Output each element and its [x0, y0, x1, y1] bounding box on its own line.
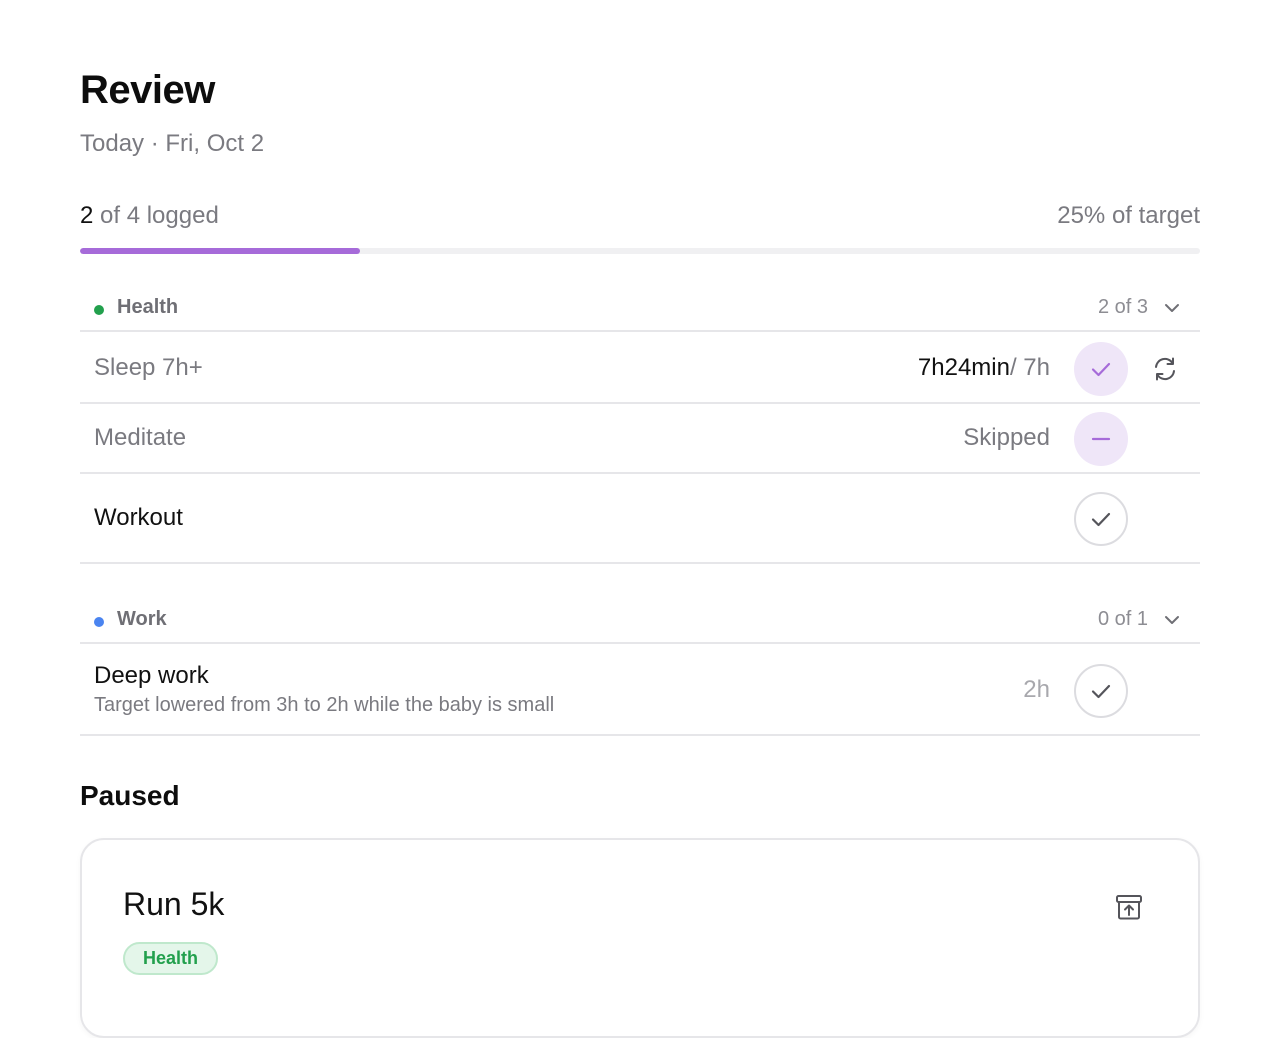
check-icon [1091, 512, 1111, 527]
minus-icon [1091, 437, 1111, 441]
section-name: Health [117, 296, 179, 318]
habit-label: Deep work [94, 662, 209, 689]
habit-row-workout[interactable]: Workout [80, 474, 1200, 564]
category-tag: Health [123, 942, 219, 975]
unarchive-icon[interactable] [1114, 892, 1144, 922]
habit-value-logged: 7h24min [917, 354, 1010, 381]
page-date: Today · Fri, Oct 2 [80, 130, 265, 157]
done-button[interactable] [1074, 492, 1128, 546]
target-percent: 25% of target [1057, 202, 1200, 229]
habit-label: Meditate [94, 424, 187, 451]
page-title: Review [80, 68, 215, 112]
skipped-button[interactable] [1074, 412, 1128, 466]
habit-row-sleep[interactable]: Sleep 7h+ 7h24min/ 7h [80, 334, 1200, 404]
progress-bar-fill [80, 248, 360, 254]
habit-label: Workout [94, 504, 183, 531]
habit-value-target: / 7h [1009, 354, 1050, 381]
logged-label: of 4 logged [93, 202, 219, 229]
section-name: Work [117, 608, 167, 630]
habit-description: Target lowered from 3h to 2h while the b… [94, 694, 555, 716]
health-dot [94, 305, 104, 315]
check-icon [1091, 684, 1111, 699]
logged-count: 2 of 4 logged [80, 202, 219, 230]
chevron-down-icon[interactable] [1162, 298, 1182, 318]
habit-target: 2h [1023, 676, 1050, 703]
section-count: 2 of 3 [1097, 296, 1148, 318]
habit-row-meditate[interactable]: Meditate Skipped [80, 404, 1200, 474]
habit-value: Skipped [963, 424, 1050, 451]
paused-habit-card[interactable]: Run 5k Health [80, 838, 1200, 1038]
habit-row-deep-work[interactable]: Deep work Target lowered from 3h to 2h w… [80, 646, 1200, 736]
section-count: 0 of 1 [1097, 608, 1148, 630]
section-header-work[interactable]: Work 0 of 1 [80, 598, 1200, 644]
habit-value: 7h24min/ 7h [918, 354, 1050, 382]
habit-label: Sleep 7h+ [94, 354, 203, 381]
done-button[interactable] [1074, 342, 1128, 396]
refresh-icon[interactable] [1150, 354, 1180, 384]
progress-summary: 2 of 4 logged 25% of target [80, 202, 1200, 234]
chevron-down-icon[interactable] [1162, 610, 1182, 630]
paused-heading: Paused [80, 780, 180, 811]
progress-bar [80, 248, 1200, 254]
paused-habit-title: Run 5k [123, 886, 225, 922]
done-button[interactable] [1074, 664, 1128, 718]
logged-number: 2 [80, 202, 94, 229]
work-dot [94, 617, 104, 627]
check-icon [1091, 362, 1111, 377]
section-header-health[interactable]: Health 2 of 3 [80, 286, 1200, 332]
review-page: Review Today · Fri, Oct 2 2 of 4 logged … [80, 0, 1200, 1038]
